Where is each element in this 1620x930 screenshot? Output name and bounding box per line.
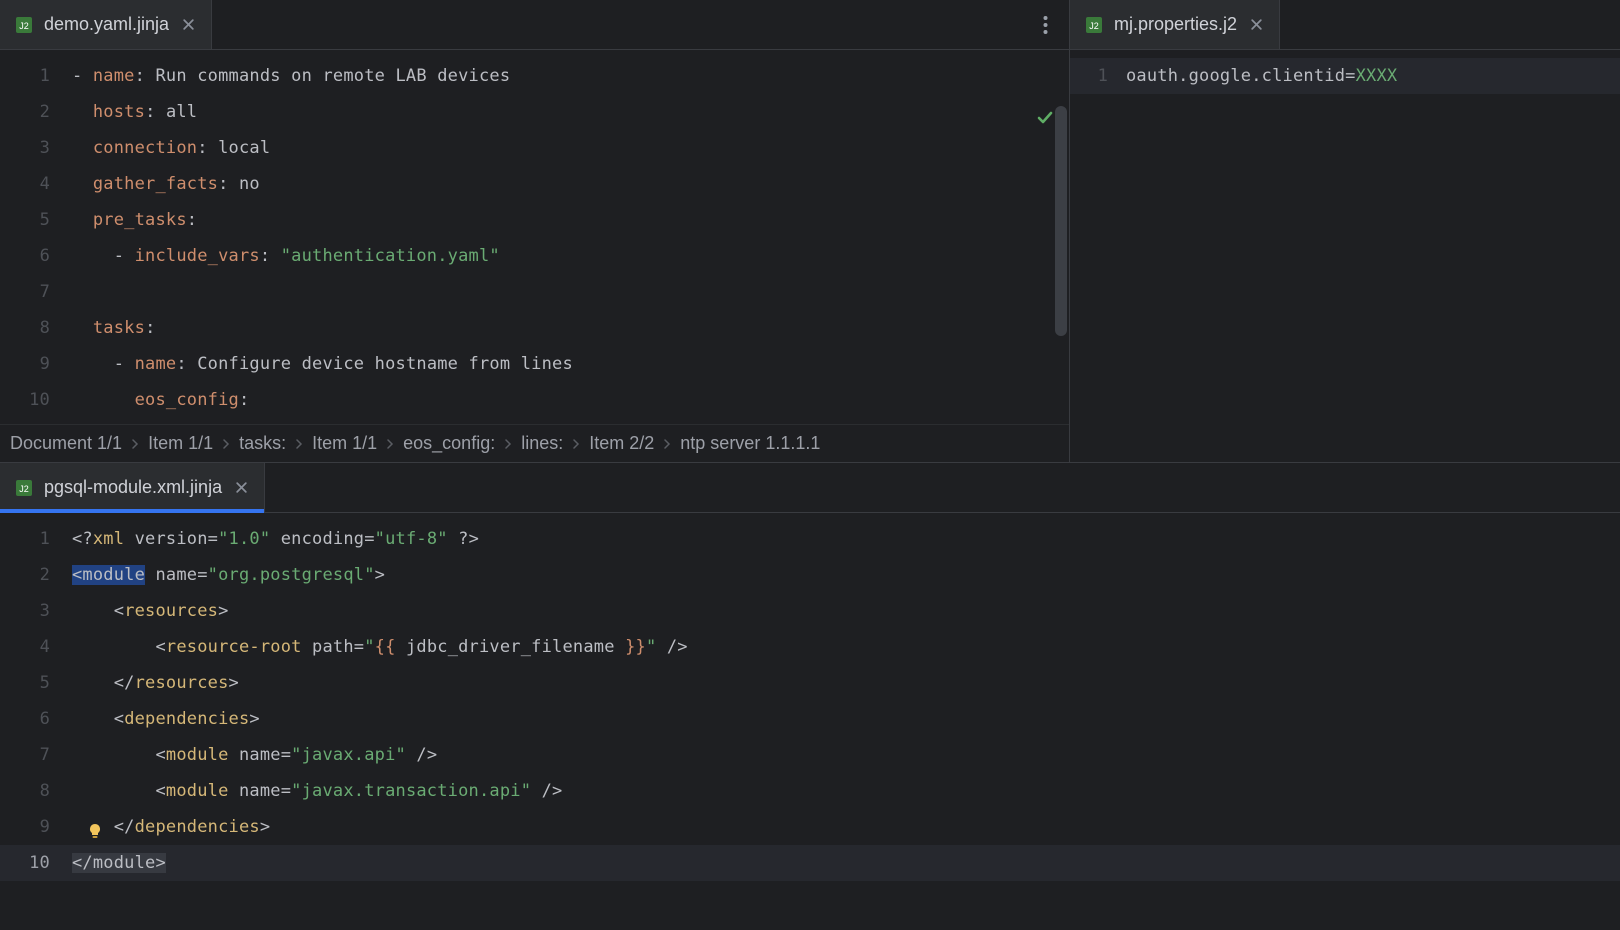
svg-text:J2: J2 bbox=[19, 484, 29, 494]
editor-top-left[interactable]: 12345678910 - name: Run commands on remo… bbox=[0, 50, 1069, 424]
line-gutter: 1 bbox=[1070, 50, 1126, 462]
breadcrumb-item[interactable]: Item 2/2 bbox=[589, 433, 654, 454]
code-area[interactable]: - name: Run commands on remote LAB devic… bbox=[72, 50, 573, 424]
close-icon[interactable] bbox=[1247, 16, 1265, 34]
breadcrumb-item[interactable]: lines: bbox=[521, 433, 563, 454]
close-icon[interactable] bbox=[232, 479, 250, 497]
breadcrumb-item[interactable]: tasks: bbox=[239, 433, 286, 454]
breadcrumb-item[interactable]: Document 1/1 bbox=[10, 433, 122, 454]
editor-top-right[interactable]: 1 oauth.google.clientid=XXXX bbox=[1070, 50, 1620, 462]
svg-text:J2: J2 bbox=[1089, 21, 1099, 31]
breadcrumb-item[interactable]: eos_config: bbox=[403, 433, 495, 454]
jinja-file-icon: J2 bbox=[14, 15, 34, 35]
chevron-right-icon bbox=[130, 439, 140, 449]
breadcrumb-bar[interactable]: Document 1/1 Item 1/1 tasks: Item 1/1 eos_co… bbox=[0, 424, 1069, 462]
close-icon[interactable] bbox=[179, 16, 197, 34]
tab-pgsql-module[interactable]: J2 pgsql-module.xml.jinja bbox=[0, 463, 265, 512]
breadcrumb-item[interactable]: Item 1/1 bbox=[148, 433, 213, 454]
chevron-right-icon bbox=[503, 439, 513, 449]
chevron-right-icon bbox=[221, 439, 231, 449]
editor-pane-top-right: J2 mj.properties.j2 1 oauth.google.clien… bbox=[1070, 0, 1620, 462]
tab-filename: mj.properties.j2 bbox=[1114, 14, 1237, 35]
editor-bottom[interactable]: 12345678910 <?xml version="1.0" encoding… bbox=[0, 513, 1620, 930]
chevron-right-icon bbox=[294, 439, 304, 449]
tab-menu-dots-icon[interactable] bbox=[1027, 15, 1063, 35]
tab-filename: demo.yaml.jinja bbox=[44, 14, 169, 35]
status-ok-icon bbox=[1035, 108, 1055, 133]
line-gutter: 12345678910 bbox=[0, 50, 72, 424]
tab-filename: pgsql-module.xml.jinja bbox=[44, 477, 222, 498]
tab-bar-top-left: J2 demo.yaml.jinja bbox=[0, 0, 1069, 50]
editor-pane-bottom: J2 pgsql-module.xml.jinja 12345678910 <?… bbox=[0, 462, 1620, 930]
tab-bar-bottom: J2 pgsql-module.xml.jinja bbox=[0, 463, 1620, 513]
svg-text:J2: J2 bbox=[19, 21, 29, 31]
chevron-right-icon bbox=[571, 439, 581, 449]
tab-bar-top-right: J2 mj.properties.j2 bbox=[1070, 0, 1620, 50]
jinja-file-icon: J2 bbox=[1084, 15, 1104, 35]
code-area[interactable]: <?xml version="1.0" encoding="utf-8" ?><… bbox=[72, 513, 688, 930]
breadcrumb-item[interactable]: Item 1/1 bbox=[312, 433, 377, 454]
breadcrumb-item[interactable]: ntp server 1.1.1.1 bbox=[680, 433, 820, 454]
chevron-right-icon bbox=[385, 439, 395, 449]
scrollbar-thumb[interactable] bbox=[1055, 106, 1067, 336]
editor-pane-top-left: J2 demo.yaml.jinja 12345678910 - name: R… bbox=[0, 0, 1070, 462]
jinja-file-icon: J2 bbox=[14, 478, 34, 498]
chevron-right-icon bbox=[662, 439, 672, 449]
code-area[interactable]: oauth.google.clientid=XXXX bbox=[1126, 50, 1397, 462]
tab-demo-yaml[interactable]: J2 demo.yaml.jinja bbox=[0, 0, 212, 49]
tab-mj-properties[interactable]: J2 mj.properties.j2 bbox=[1070, 0, 1280, 49]
line-gutter: 12345678910 bbox=[0, 513, 72, 930]
